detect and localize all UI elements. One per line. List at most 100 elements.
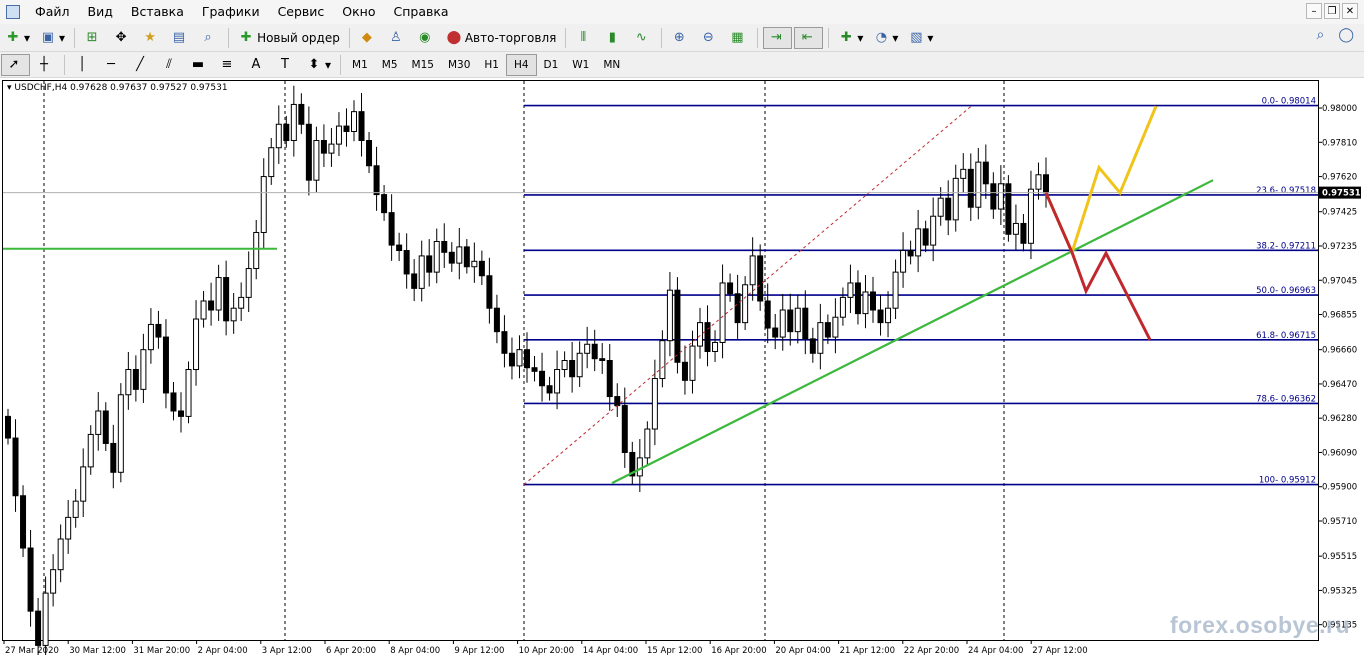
minimize-button[interactable]: –: [1306, 3, 1322, 19]
x-tick-label: 31 Mar 20:00: [133, 646, 190, 655]
auto-trading-button[interactable]: ⬤ Авто-торговля: [442, 27, 561, 49]
candle-body: [937, 197, 944, 217]
text-button[interactable]: A: [244, 54, 271, 76]
candle-body: [539, 370, 546, 387]
candle-body: [260, 176, 267, 233]
candle-body: [193, 318, 200, 371]
equidistant-channel-button[interactable]: ⫽: [157, 54, 184, 76]
timeframe-m1[interactable]: M1: [345, 55, 375, 75]
zoom-in-button[interactable]: ⊕: [667, 27, 694, 49]
new-order-button[interactable]: ✚ Новый ордер: [234, 27, 344, 49]
y-tick-label: 0.96090: [1322, 448, 1357, 458]
search-icon[interactable]: ⌕: [1316, 27, 1324, 43]
new-chart-button[interactable]: ✚ ▾: [1, 27, 34, 49]
indicators-button[interactable]: ✚ ▾: [834, 27, 867, 49]
candle-body: [967, 168, 974, 208]
candle-body: [396, 244, 403, 252]
candles-button[interactable]: ▮: [600, 27, 627, 49]
bar-chart-button[interactable]: ⫴: [571, 27, 598, 49]
profiles-button[interactable]: ▣ ▾: [36, 27, 69, 49]
candle-body: [418, 255, 425, 289]
candle-body: [493, 307, 500, 333]
community-button[interactable]: ◉: [413, 27, 440, 49]
horizontal-line-button[interactable]: ─: [99, 54, 126, 76]
periods-button[interactable]: ◔ ▾: [869, 27, 902, 49]
candle-body: [734, 293, 741, 324]
candle-body: [531, 367, 538, 372]
timeframe-h1[interactable]: H1: [477, 55, 506, 75]
candle-body: [689, 345, 696, 381]
chat-icon[interactable]: ◯: [1338, 27, 1354, 43]
arrows-icon: ⬍: [308, 56, 320, 72]
candle-body: [268, 147, 275, 178]
menu-charts[interactable]: Графики: [193, 0, 269, 24]
candle-body: [802, 307, 809, 340]
timeframe-m5[interactable]: M5: [375, 55, 405, 75]
vertical-line-icon: │: [78, 56, 86, 72]
candle-body: [290, 103, 297, 142]
vertical-line-button[interactable]: │: [70, 54, 97, 76]
templates-button[interactable]: ▧ ▾: [904, 27, 937, 49]
trendline-button[interactable]: ╱: [128, 54, 155, 76]
candle-body: [982, 161, 989, 185]
candle-body: [200, 300, 207, 320]
signals-button[interactable]: ♙: [384, 27, 411, 49]
rectangle-button[interactable]: ▬: [186, 54, 213, 76]
chart-shift-button[interactable]: ⇤: [794, 26, 824, 49]
arrows-button[interactable]: ⬍ ▾: [302, 54, 335, 76]
timeframe-h4[interactable]: H4: [505, 53, 537, 76]
candle-body: [915, 228, 922, 257]
terminal-icon: ▤: [172, 29, 186, 45]
data-window-button[interactable]: ★: [138, 27, 165, 49]
zoom-out-icon: ⊖: [702, 29, 714, 45]
menu-file[interactable]: Файл: [26, 0, 79, 24]
candle-body: [170, 392, 177, 412]
y-tick-label: 0.95515: [1322, 552, 1357, 562]
timeframe-w1[interactable]: W1: [565, 55, 596, 75]
candle-body: [1020, 222, 1027, 244]
candle-body: [433, 240, 440, 273]
x-tick-label: 6 Apr 20:00: [326, 646, 376, 655]
menu-window[interactable]: Окно: [333, 0, 384, 24]
candle-body: [606, 360, 613, 398]
zoom-out-button[interactable]: ⊖: [696, 27, 723, 49]
menu-tools[interactable]: Сервис: [269, 0, 334, 24]
x-tick-label: 30 Mar 12:00: [69, 646, 126, 655]
restore-button[interactable]: ❐: [1324, 3, 1340, 19]
candle-body: [930, 215, 937, 246]
fib-level-label: 50.0- 0.96963: [1256, 286, 1316, 296]
meta-editor-button[interactable]: ◆: [355, 27, 382, 49]
menu-help[interactable]: Справка: [385, 0, 458, 24]
candle-body: [584, 343, 591, 354]
current-price-label: 0.97531: [1322, 189, 1361, 199]
crosshair-button[interactable]: ┼: [32, 54, 59, 76]
market-watch-button[interactable]: ⊞: [80, 27, 107, 49]
candle-body: [132, 369, 139, 390]
navigator-button[interactable]: ✥: [109, 27, 136, 49]
line-chart-button[interactable]: ∿: [629, 27, 656, 49]
tester-button[interactable]: ⌕: [196, 27, 223, 49]
timeframe-d1[interactable]: D1: [537, 55, 566, 75]
timeframe-m15[interactable]: M15: [405, 55, 441, 75]
price-chart[interactable]: 0.0- 0.98014 23.6- 0.97518 38.2- 0.97211 50…: [0, 78, 1364, 655]
timeframe-mn[interactable]: MN: [596, 55, 627, 75]
text-label-button[interactable]: T: [273, 54, 300, 76]
autoscroll-button[interactable]: ⇥: [763, 26, 793, 49]
fibonacci-button[interactable]: ≡: [215, 54, 242, 76]
menu-view[interactable]: Вид: [79, 0, 122, 24]
timeframe-m30[interactable]: M30: [441, 55, 477, 75]
candle-body: [155, 323, 162, 338]
candle-body: [569, 360, 576, 378]
menu-insert[interactable]: Вставка: [122, 0, 193, 24]
candle-body: [787, 309, 794, 333]
candle-body: [245, 268, 252, 298]
candle-body: [809, 338, 816, 354]
terminal-button[interactable]: ▤: [167, 27, 194, 49]
candle-body: [320, 140, 327, 154]
candle-body: [65, 516, 72, 540]
tile-button[interactable]: ▦: [725, 27, 752, 49]
cursor-button[interactable]: ➚: [1, 53, 30, 76]
close-button[interactable]: ✕: [1342, 3, 1358, 19]
fib-level-label: 78.6- 0.96362: [1256, 394, 1316, 404]
y-tick-label: 0.95325: [1322, 586, 1357, 596]
